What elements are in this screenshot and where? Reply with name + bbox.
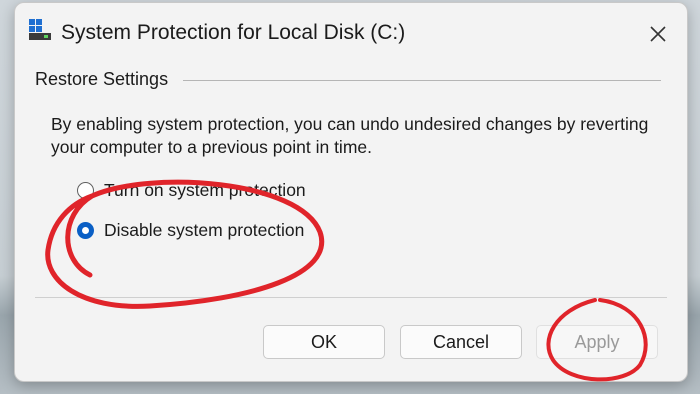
window-title: System Protection for Local Disk (C:) [61, 21, 406, 44]
radio-button-unchecked[interactable] [77, 181, 94, 199]
radio-button-checked[interactable] [77, 221, 94, 239]
ok-button[interactable]: OK [263, 325, 385, 359]
cancel-button[interactable]: Cancel [400, 325, 522, 359]
radio-turn-on-protection[interactable]: Turn on system protection [77, 177, 306, 203]
apply-button[interactable]: Apply [536, 325, 658, 359]
close-button[interactable] [643, 19, 673, 49]
radio-label: Turn on system protection [104, 179, 306, 200]
close-icon [650, 26, 666, 42]
group-divider [183, 80, 661, 81]
description-text: By enabling system protection, you can u… [51, 114, 649, 157]
group-label: Restore Settings [35, 69, 169, 89]
footer-divider [35, 297, 667, 298]
drive-icon [29, 19, 51, 41]
radio-disable-protection[interactable]: Disable system protection [77, 217, 304, 243]
restore-settings-group: Restore Settings [35, 69, 665, 89]
radio-label: Disable system protection [104, 219, 305, 240]
system-protection-dialog: System Protection for Local Disk (C:) Re… [14, 2, 688, 382]
title-bar: System Protection for Local Disk (C:) [15, 3, 687, 65]
